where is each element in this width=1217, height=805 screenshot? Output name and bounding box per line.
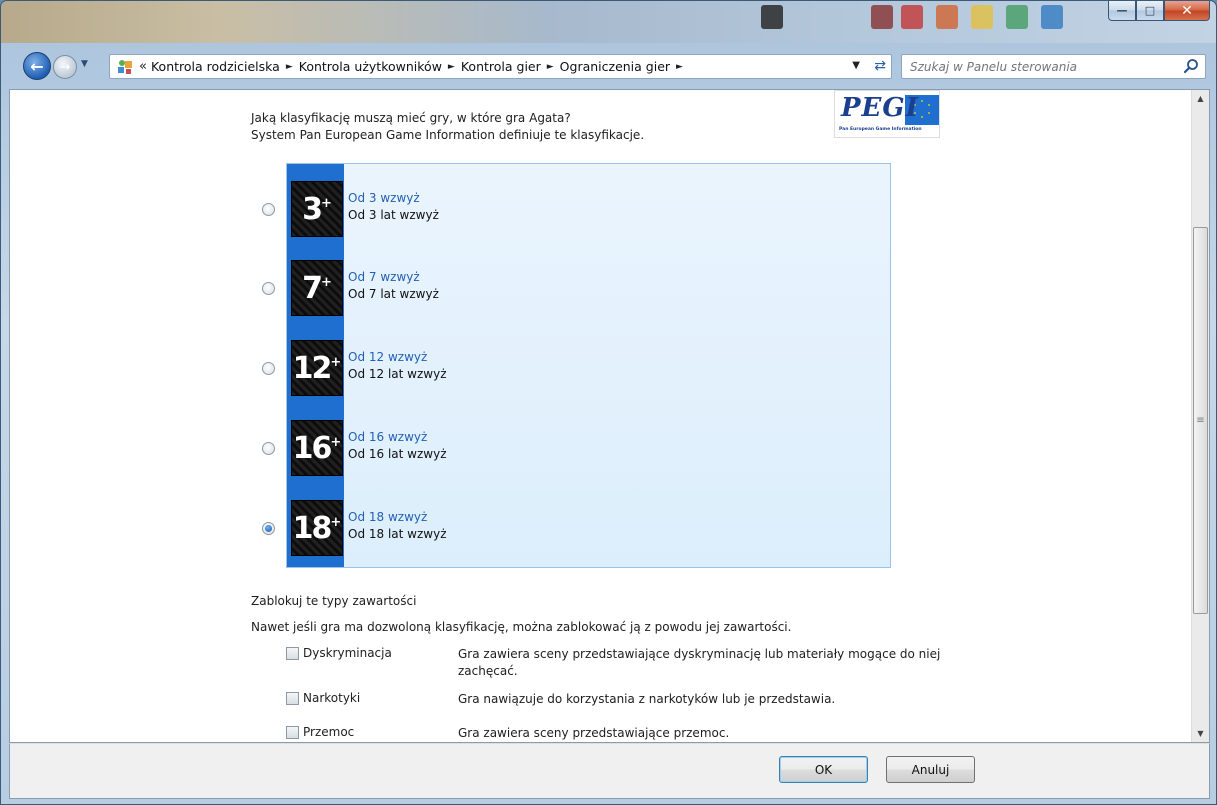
content-type-description: Gra nawiązuje do korzystania z narkotykó… <box>458 692 836 706</box>
close-button[interactable]: ✕ <box>1164 1 1210 21</box>
badge-plus: + <box>330 355 342 370</box>
rating-description: Od 18 lat wzwyż <box>348 527 447 541</box>
badge-plus: + <box>330 435 342 450</box>
badge-number: 12 <box>292 350 333 386</box>
title-decor <box>871 5 893 29</box>
search-box[interactable] <box>901 54 1206 79</box>
rating-title: Od 16 wzwyż <box>348 430 428 444</box>
breadcrumb-item[interactable]: Ograniczenia gier <box>560 59 670 74</box>
chevron-right-icon[interactable]: ► <box>286 62 293 72</box>
forward-button[interactable]: → <box>53 55 77 79</box>
rating-question: Jaką klasyfikację muszą mieć gry, w któr… <box>251 110 644 144</box>
breadcrumb-item[interactable]: Kontrola gier <box>461 59 541 74</box>
badge-plus: + <box>320 275 332 290</box>
control-panel-icon <box>114 58 136 76</box>
pegi-18-badge: 18 + <box>291 500 343 556</box>
content-type-description: Gra zawiera sceny przedstawiające dyskry… <box>458 647 941 678</box>
rating-description: Od 12 lat wzwyż <box>348 367 447 381</box>
caption-buttons: — □ ✕ <box>1108 1 1210 21</box>
pegi-16-badge: 16 + <box>291 420 343 476</box>
title-decor <box>761 5 783 29</box>
badge-number: 18 <box>292 510 333 546</box>
title-decor <box>971 5 993 29</box>
question-subtext: System Pan European Game Information def… <box>251 128 645 142</box>
refresh-icon[interactable]: ⇄ <box>874 58 886 74</box>
content-type-row[interactable]: Przemoc Gra zawiera sceny przedstawiając… <box>286 724 986 742</box>
breadcrumb-item[interactable]: Kontrola rodzicielska <box>151 59 280 74</box>
chevron-right-icon[interactable]: ► <box>676 62 683 72</box>
rating-description: Od 3 lat wzwyż <box>348 208 439 222</box>
maximize-button[interactable]: □ <box>1136 1 1164 21</box>
breadcrumb-item[interactable]: Kontrola użytkowników <box>299 59 442 74</box>
control-panel-window: — □ ✕ ← → ▼ « Kontrola rodzicielska ► Ko… <box>0 0 1217 805</box>
scroll-down-icon[interactable]: ▼ <box>1192 725 1209 742</box>
badge-number: 16 <box>292 430 333 466</box>
rating-radio-selected[interactable] <box>262 522 275 535</box>
cancel-button[interactable]: Anuluj <box>886 756 975 783</box>
minimize-button[interactable]: — <box>1108 1 1136 21</box>
rating-title: Od 18 wzwyż <box>348 510 428 524</box>
title-decor <box>936 5 958 29</box>
title-decor <box>901 5 923 29</box>
question-text: Jaką klasyfikację muszą mieć gry, w któr… <box>251 111 571 125</box>
title-decor <box>1041 5 1063 29</box>
rating-title: Od 3 wzwyż <box>348 191 420 205</box>
recent-pages-dropdown[interactable]: ▼ <box>81 59 88 69</box>
rating-radio[interactable] <box>262 203 275 216</box>
rating-radio[interactable] <box>262 282 275 295</box>
badge-number: 3 <box>302 191 323 227</box>
rating-radio[interactable] <box>262 362 275 375</box>
chevron-right-icon[interactable]: ► <box>448 62 455 72</box>
content-type-row[interactable]: Dyskryminacja Gra zawiera sceny przedsta… <box>286 645 986 679</box>
content-type-checkbox[interactable] <box>286 692 299 705</box>
rating-option[interactable]: 12 + Od 12 wzwyż Od 12 lat wzwyż <box>262 340 887 400</box>
pegi-7-badge: 7 + <box>291 260 343 316</box>
scroll-thumb[interactable]: ≡ <box>1193 227 1208 614</box>
pegi-logo-text: PEGI <box>841 93 919 123</box>
content-type-label[interactable]: Przemoc <box>303 725 354 739</box>
rating-options: 3 + Od 3 wzwyż Od 3 lat wzwyż 7 + Od 7 wzw… <box>262 163 891 568</box>
content-type-row[interactable]: Narkotyki Gra nawiązuje do korzystania z… <box>286 690 986 724</box>
content-type-checkbox[interactable] <box>286 647 299 660</box>
pegi-logo: PEGI Pan European Game Information <box>834 90 940 138</box>
address-bar[interactable]: « Kontrola rodzicielska ► Kontrola użytk… <box>109 54 892 79</box>
content-type-label[interactable]: Dyskryminacja <box>303 646 392 660</box>
badge-plus: + <box>320 196 332 211</box>
vertical-scrollbar[interactable]: ▲ ≡ ▼ <box>1191 90 1209 742</box>
rating-option[interactable]: 7 + Od 7 wzwyż Od 7 lat wzwyż <box>262 260 887 320</box>
pegi-12-badge: 12 + <box>291 340 343 396</box>
content-type-checkbox[interactable] <box>286 726 299 739</box>
rating-title: Od 7 wzwyż <box>348 270 420 284</box>
rating-option[interactable]: 16 + Od 16 wzwyż Od 16 lat wzwyż <box>262 420 887 480</box>
rating-title: Od 12 wzwyż <box>348 350 428 364</box>
search-icon[interactable] <box>1183 58 1199 74</box>
navigation-bar: ← → ▼ « Kontrola rodzicielska ► Kontrola… <box>1 49 1216 83</box>
chevron-right-icon[interactable]: ► <box>547 62 554 72</box>
content-type-label[interactable]: Narkotyki <box>303 691 360 705</box>
pegi-3-badge: 3 + <box>291 181 343 237</box>
rating-description: Od 7 lat wzwyż <box>348 287 439 301</box>
rating-radio[interactable] <box>262 442 275 455</box>
breadcrumb-overflow[interactable]: « <box>139 59 147 74</box>
scroll-up-icon[interactable]: ▲ <box>1192 90 1209 107</box>
ok-button[interactable]: OK <box>779 756 868 783</box>
badge-plus: + <box>330 515 342 530</box>
block-content-description: Nawet jeśli gra ma dozwoloną klasyfikacj… <box>251 620 792 634</box>
badge-number: 7 <box>302 270 323 306</box>
title-bar: — □ ✕ <box>1 1 1216 43</box>
dialog-footer: OK Anuluj <box>9 743 1210 799</box>
search-input[interactable] <box>910 59 1170 74</box>
title-decor <box>1006 5 1028 29</box>
back-button[interactable]: ← <box>23 52 51 80</box>
rating-description: Od 16 lat wzwyż <box>348 447 447 461</box>
block-content-title: Zablokuj te typy zawartości <box>251 594 417 608</box>
content-pane: Jaką klasyfikację muszą mieć gry, w któr… <box>9 89 1210 743</box>
rating-option[interactable]: 3 + Od 3 wzwyż Od 3 lat wzwyż <box>262 181 887 241</box>
chevron-down-icon[interactable]: ▼ <box>852 60 860 71</box>
content-type-description: Gra zawiera sceny przedstawiające przemo… <box>458 726 730 740</box>
rating-option[interactable]: 18 + Od 18 wzwyż Od 18 lat wzwyż <box>262 500 887 560</box>
pegi-logo-subtext: Pan European Game Information <box>839 127 922 132</box>
